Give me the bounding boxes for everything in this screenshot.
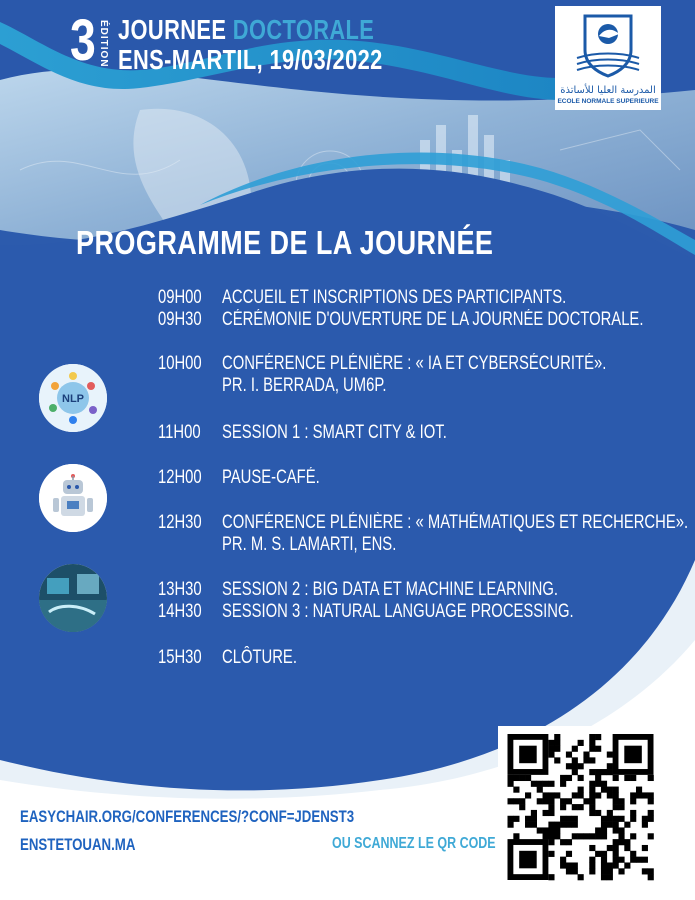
schedule-description: CONFÉRENCE PLÉNIÈRE : « IA ET CYBERSÉCUR…	[222, 353, 607, 396]
technology-illustration	[39, 564, 107, 632]
qr-code-icon	[507, 734, 654, 881]
schedule-time: 11H00	[158, 422, 201, 443]
schedule-time: 10H00	[158, 353, 202, 374]
logo-arabic-text: المدرسة العليا للأساتذة	[560, 85, 656, 96]
edition-badge: 3 ÉDITION	[70, 12, 120, 78]
nlp-illustration: NLP	[39, 364, 107, 432]
event-title-white: JOURNEE	[118, 14, 227, 45]
nlp-label: NLP	[62, 393, 84, 405]
edition-number: 3	[70, 8, 96, 73]
logo-caption: ECOLE NORMALE SUPERIEURE	[557, 98, 659, 105]
edition-label: ÉDITION	[98, 20, 109, 68]
schedule-time: 12H00	[158, 467, 202, 488]
schedule-description: ACCUEIL ET INSCRIPTIONS DES PARTICIPANTS…	[222, 287, 567, 308]
schedule-description: SESSION 2 : BIG DATA ET MACHINE LEARNING…	[222, 579, 558, 600]
schedule-description: CÉRÉMONIE D'OUVERTURE DE LA JOURNÉE DOCT…	[222, 309, 644, 330]
poster: 3 ÉDITION JOURNEE DOCTORALE ENS-MARTIL, …	[0, 0, 695, 900]
program-title: PROGRAMME DE LA JOURNÉE	[76, 224, 494, 261]
event-location-date: ENS-MARTIL, 19/03/2022	[118, 44, 383, 75]
event-title: JOURNEE DOCTORALE	[118, 16, 446, 44]
schedule-description: CLÔTURE.	[222, 647, 297, 668]
school-logo: المدرسة العليا للأساتذة ECOLE NORMALE SU…	[555, 6, 661, 110]
schedule-time: 12H30	[158, 512, 202, 533]
schedule-description: PAUSE-CAFÉ.	[222, 467, 320, 488]
qr-code[interactable]	[498, 726, 663, 888]
schedule-description: SESSION 3 : NATURAL LANGUAGE PROCESSING.	[222, 601, 574, 622]
schedule-time: 13H30	[158, 579, 202, 600]
schedule-time: 14H30	[158, 601, 202, 622]
logo-emblem-icon	[576, 14, 640, 78]
schedule-description: SESSION 1 : SMART CITY & IOT.	[222, 422, 447, 443]
schedule-time: 09H00	[158, 287, 202, 308]
website-url-link[interactable]: ENSTETOUAN.MA	[20, 836, 168, 853]
event-title-accent: DOCTORALE	[232, 14, 375, 45]
robot-illustration	[39, 464, 107, 532]
conference-url-link[interactable]: EASYCHAIR.ORG/CONFERENCES/?CONF=JDENST3	[20, 808, 448, 825]
schedule-time: 09H30	[158, 309, 202, 330]
schedule-description: CONFÉRENCE PLÉNIÈRE : « MATHÉMATIQUES ET…	[222, 512, 689, 555]
schedule-time: 15H30	[158, 647, 202, 668]
